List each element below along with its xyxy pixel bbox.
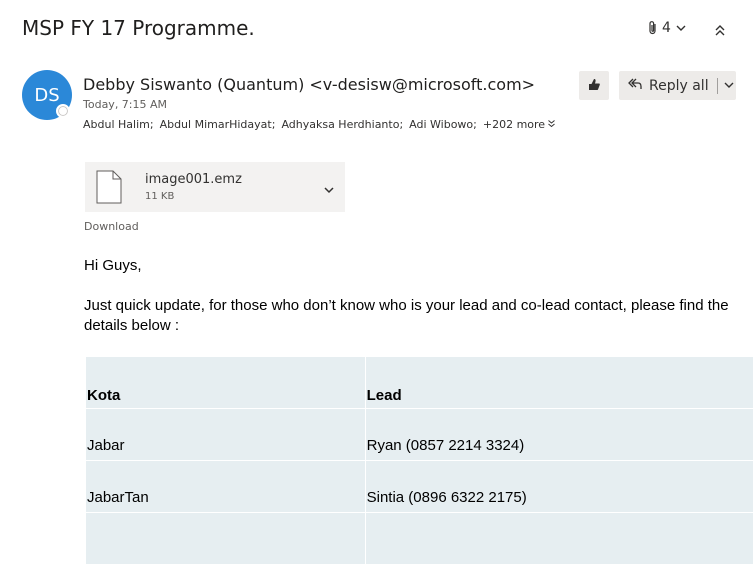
collapse-all-icon[interactable] [713,22,727,42]
table-cell-empty [85,512,366,565]
double-chevron-down-icon [547,118,556,131]
recipient[interactable]: Abdul Halim; [83,118,154,131]
more-recipients-link[interactable]: +202 more [483,118,556,131]
like-button[interactable] [579,71,609,100]
email-paragraph: Just quick update, for those who don’t k… [84,297,729,334]
message-timestamp: Today, 7:15 AM [83,98,168,111]
recipient-list: Abdul Halim; Abdul MimarHidayat; Adhyaks… [83,118,556,131]
table-cell-lead: Sintia (0896 6322 2175) [364,460,754,513]
table-cell-empty [364,512,754,565]
recipient[interactable]: Adhyaksa Herdhianto; [281,118,403,131]
table-row: Jabar Ryan (0857 2214 3324) [85,408,754,461]
table-row: JabarTan Sintia (0896 6322 2175) [85,460,754,513]
attachment-card[interactable]: image001.emz 11 KB [85,162,345,212]
column-header-lead: Lead [364,356,754,409]
recipient[interactable]: Abdul MimarHidayat; [160,118,276,131]
attachment-file-size: 11 KB [145,191,175,202]
reply-options-dropdown[interactable] [718,78,735,94]
reply-all-button[interactable]: Reply all [619,71,736,100]
paperclip-icon [647,20,659,36]
table-cell-lead: Ryan (0857 2214 3324) [364,408,754,461]
reply-all-icon [627,76,643,96]
file-icon [96,170,122,208]
email-subject: MSP FY 17 Programme. [22,16,255,40]
email-greeting: Hi Guys, [84,257,142,274]
thumbs-up-icon [587,76,601,95]
recipient[interactable]: Adi Wibowo; [409,118,477,131]
column-header-kota: Kota [85,356,366,409]
table-header-row: Kota Lead [85,356,754,409]
chevron-down-icon [674,23,688,33]
chevron-down-icon [723,78,735,94]
presence-status-icon [56,104,70,118]
table-cell-kota: JabarTan [85,460,366,513]
attachment-file-name: image001.emz [145,172,242,187]
sender-name[interactable]: Debby Siswanto (Quantum) <v-desisw@micro… [83,75,535,94]
table-cell-kota: Jabar [85,408,366,461]
attachment-menu-chevron-icon[interactable] [322,180,336,199]
attachment-count-button[interactable]: 4 [647,20,688,36]
table-row [85,512,754,565]
lead-contact-table: Kota Lead Jabar Ryan (0857 2214 3324) Ja… [85,356,754,565]
download-link[interactable]: Download [84,220,139,233]
attachment-count: 4 [662,20,671,36]
more-recipients-label: +202 more [482,118,546,131]
reply-all-label: Reply all [649,77,709,94]
